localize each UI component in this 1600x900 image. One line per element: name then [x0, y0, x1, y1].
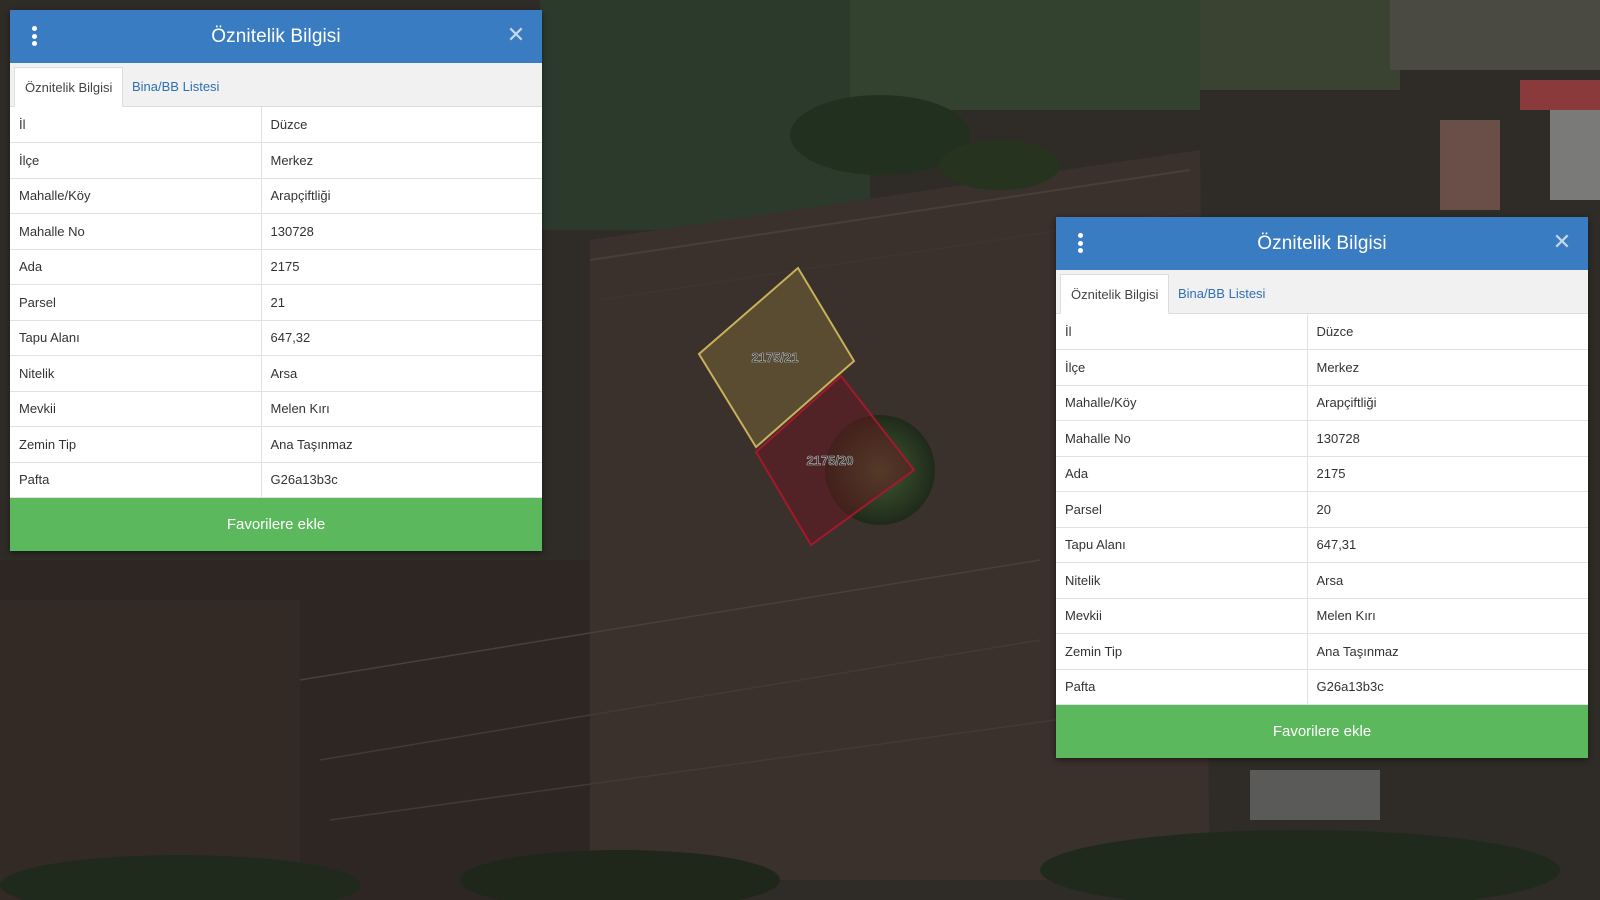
table-row: Ada 2175: [10, 249, 542, 285]
row-value: 647,31: [1307, 527, 1588, 563]
row-value: G26a13b3c: [1307, 669, 1588, 705]
table-row: Zemin Tip Ana Taşınmaz: [1056, 633, 1588, 670]
row-value: Merkez: [1307, 349, 1588, 386]
row-key: Parsel: [1056, 491, 1308, 528]
row-key: Zemin Tip: [1056, 633, 1308, 670]
row-value: Arsa: [261, 355, 542, 392]
add-favorites-button[interactable]: Favorilere ekle: [1056, 705, 1588, 758]
row-value: Arsa: [1307, 562, 1588, 599]
row-key: İlçe: [10, 142, 262, 179]
row-key: Tapu Alanı: [1056, 527, 1308, 563]
table-row: Mahalle No 130728: [1056, 420, 1588, 457]
table-row: Nitelik Arsa: [10, 355, 542, 392]
parcel-label-20: 2175/20: [807, 453, 854, 468]
row-key: Tapu Alanı: [10, 320, 262, 356]
table-row: Nitelik Arsa: [1056, 562, 1588, 599]
row-key: Mahalle/Köy: [1056, 385, 1308, 421]
row-value: Merkez: [261, 142, 542, 179]
row-value: Arapçiftliği: [1307, 385, 1588, 421]
row-value: 21: [261, 284, 542, 321]
row-value: 130728: [1307, 420, 1588, 457]
table-row: Ada 2175: [1056, 456, 1588, 492]
tab-attribute-info[interactable]: Öznitelik Bilgisi: [14, 67, 124, 107]
tab-bar: Öznitelik Bilgisi Bina/BB Listesi: [1056, 270, 1588, 314]
row-key: Mahalle/Köy: [10, 178, 262, 214]
kebab-menu-icon[interactable]: [28, 26, 40, 48]
table-row: İlçe Merkez: [10, 142, 542, 179]
tab-bar: Öznitelik Bilgisi Bina/BB Listesi: [10, 63, 542, 107]
row-value: Düzce: [261, 107, 542, 143]
row-value: Ana Taşınmaz: [1307, 633, 1588, 670]
table-row: Zemin Tip Ana Taşınmaz: [10, 426, 542, 463]
table-row: Pafta G26a13b3c: [1056, 669, 1588, 705]
attribute-panel-left: Öznitelik Bilgisi ✕ Öznitelik Bilgisi Bi…: [10, 10, 542, 551]
row-key: Ada: [1056, 456, 1308, 492]
table-row: Tapu Alanı 647,32: [10, 320, 542, 356]
row-key: İlçe: [1056, 349, 1308, 386]
close-icon[interactable]: ✕: [1550, 231, 1574, 255]
parcel-label-21: 2175/21: [752, 350, 799, 365]
row-key: Pafta: [1056, 669, 1308, 705]
row-key: Mahalle No: [10, 213, 262, 250]
row-key: Nitelik: [10, 355, 262, 392]
table-row: Mevkii Melen Kırı: [10, 391, 542, 427]
row-value: 647,32: [261, 320, 542, 356]
row-value: Düzce: [1307, 314, 1588, 350]
table-row: İl Düzce: [1056, 314, 1588, 350]
attribute-panel-right: Öznitelik Bilgisi ✕ Öznitelik Bilgisi Bi…: [1056, 217, 1588, 758]
table-row: Pafta G26a13b3c: [10, 462, 542, 498]
row-value: 20: [1307, 491, 1588, 528]
row-key: İl: [1056, 314, 1308, 350]
row-key: Pafta: [10, 462, 262, 498]
row-value: Ana Taşınmaz: [261, 426, 542, 463]
table-row: Mevkii Melen Kırı: [1056, 598, 1588, 634]
row-key: Mevkii: [10, 391, 262, 427]
tab-building-list[interactable]: Bina/BB Listesi: [122, 67, 229, 107]
row-value: Melen Kırı: [1307, 598, 1588, 634]
row-key: Mevkii: [1056, 598, 1308, 634]
panel-header[interactable]: Öznitelik Bilgisi ✕: [1056, 217, 1588, 270]
panel-header[interactable]: Öznitelik Bilgisi ✕: [10, 10, 542, 63]
tab-building-list[interactable]: Bina/BB Listesi: [1168, 274, 1275, 314]
tab-attribute-info[interactable]: Öznitelik Bilgisi: [1060, 274, 1170, 314]
row-key: Zemin Tip: [10, 426, 262, 463]
attribute-table: İl Düzce İlçe Merkez Mahalle/Köy Arapçiftli…: [1056, 314, 1588, 705]
row-key: İl: [10, 107, 262, 143]
panel-title: Öznitelik Bilgisi: [1257, 232, 1387, 254]
table-row: İl Düzce: [10, 107, 542, 143]
add-favorites-button[interactable]: Favorilere ekle: [10, 498, 542, 551]
attribute-table: İl Düzce İlçe Merkez Mahalle/Köy Arapçiftli…: [10, 107, 542, 498]
row-key: Ada: [10, 249, 262, 285]
kebab-menu-icon[interactable]: [1074, 233, 1086, 255]
table-row: İlçe Merkez: [1056, 349, 1588, 386]
row-value: 2175: [1307, 456, 1588, 492]
table-row: Mahalle/Köy Arapçiftliği: [10, 178, 542, 214]
row-value: Arapçiftliği: [261, 178, 542, 214]
panel-title: Öznitelik Bilgisi: [211, 25, 341, 47]
row-value: Melen Kırı: [261, 391, 542, 427]
close-icon[interactable]: ✕: [504, 24, 528, 48]
row-value: 130728: [261, 213, 542, 250]
table-row: Tapu Alanı 647,31: [1056, 527, 1588, 563]
table-row: Parsel 21: [10, 284, 542, 321]
row-value: G26a13b3c: [261, 462, 542, 498]
table-row: Parsel 20: [1056, 491, 1588, 528]
row-key: Mahalle No: [1056, 420, 1308, 457]
table-row: Mahalle/Köy Arapçiftliği: [1056, 385, 1588, 421]
row-key: Nitelik: [1056, 562, 1308, 599]
row-key: Parsel: [10, 284, 262, 321]
table-row: Mahalle No 130728: [10, 213, 542, 250]
row-value: 2175: [261, 249, 542, 285]
